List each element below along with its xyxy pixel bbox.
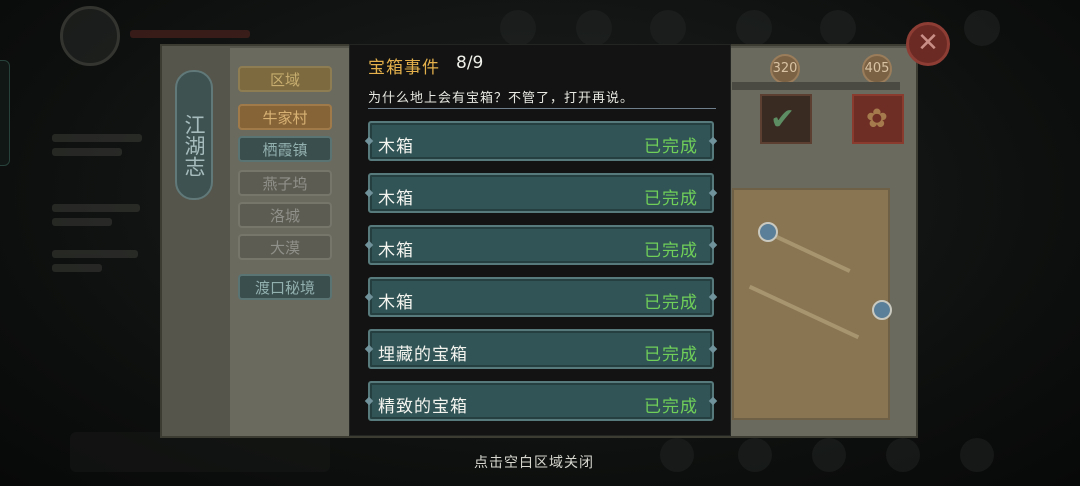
event-row[interactable]: 埋藏的宝箱 已完成: [368, 329, 714, 369]
region-tab-5[interactable]: 大漠: [238, 234, 332, 260]
bottom-menu-icon: [660, 438, 694, 472]
map-road: [748, 284, 860, 340]
region-tab-2[interactable]: 栖霞镇: [238, 136, 332, 162]
event-row[interactable]: 精致的宝箱 已完成: [368, 381, 714, 421]
region-tab-3[interactable]: 燕子坞: [238, 170, 332, 196]
bottom-menu-icon: [960, 438, 994, 472]
event-status: 已完成: [644, 397, 698, 417]
modal-description: 为什么地上会有宝箱？不管了，打开再说。: [368, 91, 635, 106]
progress-track: [732, 82, 900, 90]
event-name: 木箱: [378, 293, 414, 313]
event-row[interactable]: 木箱 已完成: [368, 121, 714, 161]
event-status: 已完成: [644, 137, 698, 157]
quest-entry: [52, 128, 152, 168]
top-menu-icon: [500, 10, 536, 46]
event-name: 木箱: [378, 189, 414, 209]
event-status: 已完成: [644, 189, 698, 209]
close-hint: 点击空白区域关闭: [474, 455, 594, 471]
close-icon[interactable]: ✕: [906, 22, 950, 66]
reward-card[interactable]: ✿: [852, 94, 904, 144]
map-npc-marker[interactable]: [872, 300, 892, 320]
book-spine-title: 江湖志: [175, 70, 213, 200]
event-status: 已完成: [644, 293, 698, 313]
progress-badge: 405: [862, 54, 892, 84]
region-map[interactable]: [732, 188, 892, 420]
top-menu-icon: [820, 10, 856, 46]
event-row[interactable]: 木箱 已完成: [368, 277, 714, 317]
player-health-bar: [130, 30, 250, 38]
bottom-menu-icon: [812, 438, 846, 472]
top-menu-icon: [964, 10, 1000, 46]
event-name: 木箱: [378, 137, 414, 157]
flower-icon: ✿: [866, 104, 888, 134]
game-screen[interactable]: 江湖志 区域 牛家村 栖霞镇 燕子坞 洛城 大漠 渡口秘境 320 405 ✔ …: [0, 0, 1080, 486]
region-tab-6[interactable]: 渡口秘境: [238, 274, 332, 300]
map-npc-marker[interactable]: [758, 222, 778, 242]
progress-badge: 320: [770, 54, 800, 84]
player-avatar: [60, 6, 120, 66]
top-menu-icon: [736, 10, 772, 46]
region-header: 区域: [238, 66, 332, 92]
modal-progress-count: 8/9: [456, 53, 484, 73]
top-menu-icon: [576, 10, 612, 46]
event-row[interactable]: 木箱 已完成: [368, 173, 714, 213]
modal-title: 宝箱事件: [368, 58, 440, 78]
quest-entry: [52, 244, 152, 284]
event-name: 埋藏的宝箱: [378, 345, 468, 365]
check-icon: ✔: [770, 102, 796, 137]
bottom-menu-icon: [738, 438, 772, 472]
region-tab-4[interactable]: 洛城: [238, 202, 332, 228]
map-road: [767, 231, 851, 273]
event-status: 已完成: [644, 345, 698, 365]
treasure-event-modal[interactable]: 宝箱事件 8/9 为什么地上会有宝箱？不管了，打开再说。 木箱 已完成 木箱 已…: [349, 44, 731, 436]
chat-bar: [70, 432, 330, 472]
event-name: 精致的宝箱: [378, 397, 468, 417]
region-tab-1[interactable]: 牛家村: [238, 104, 332, 130]
reward-card[interactable]: ✔: [760, 94, 812, 144]
event-row[interactable]: 木箱 已完成: [368, 225, 714, 265]
event-status: 已完成: [644, 241, 698, 261]
event-name: 木箱: [378, 241, 414, 261]
divider: [368, 108, 716, 109]
quest-entry: [52, 198, 152, 238]
side-collapse-tab: [0, 60, 10, 166]
bottom-menu-icon: [886, 438, 920, 472]
top-menu-icon: [650, 10, 686, 46]
